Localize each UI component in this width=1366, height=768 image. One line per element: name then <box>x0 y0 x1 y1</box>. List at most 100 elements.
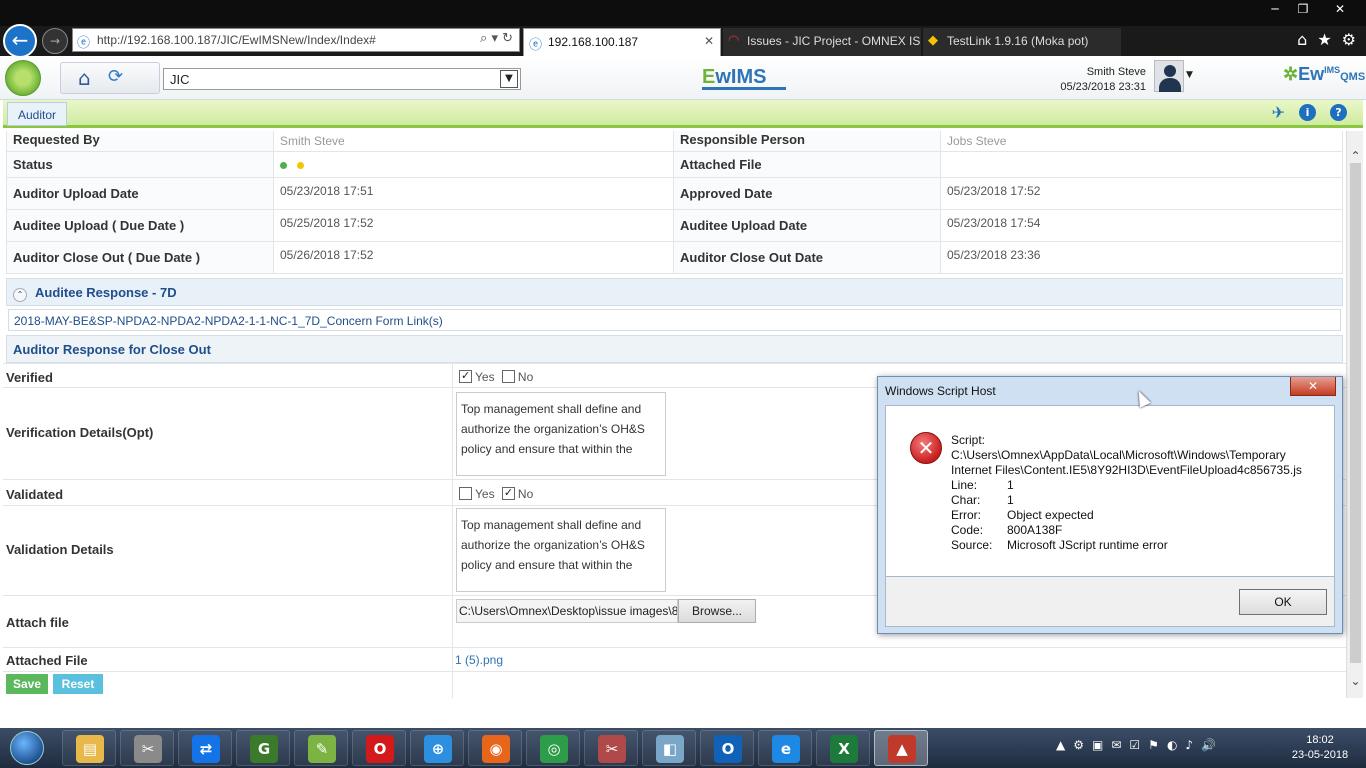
settings-gear-icon[interactable]: ⚙ <box>1342 30 1356 49</box>
close-window-button[interactable]: ✕ <box>1318 0 1362 18</box>
verified-options: Yes No <box>459 369 537 384</box>
scrollbar-thumb[interactable] <box>1350 163 1361 663</box>
validated-no-checkbox[interactable] <box>501 486 515 501</box>
auditee-response-header[interactable]: ⌃ Auditee Response - 7D <box>6 278 1343 306</box>
status-dot-yellow <box>297 162 304 169</box>
taskbar-chrome[interactable]: ◎ <box>526 730 580 766</box>
validated-options: Yes No <box>459 486 537 501</box>
maximize-button[interactable]: ❐ <box>1290 0 1316 18</box>
tray-icon[interactable]: ♪ <box>1185 738 1193 752</box>
window-controls: ─ ❐ ✕ <box>1262 0 1362 18</box>
tab-current[interactable]: ⓔ 192.168.100.187 ✕ <box>523 28 721 56</box>
taskbar-greenshot[interactable]: G <box>236 730 290 766</box>
tray-icon[interactable]: ▲ <box>1056 738 1065 752</box>
scroll-up-icon[interactable]: ⌃ <box>1347 149 1364 163</box>
site-select-value: JIC <box>170 72 190 87</box>
tab-issues[interactable]: ◠ Issues - JIC Project - OMNEX IS... <box>723 28 921 56</box>
concern-form-link[interactable]: 2018-MAY-BE&SP-NPDA2-NPDA2-NPDA2-1-1-NC-… <box>8 309 1341 331</box>
taskbar-paint[interactable]: ▲ <box>874 730 928 766</box>
favorites-star-icon[interactable]: ★ <box>1317 30 1331 49</box>
firefox-icon: ◉ <box>482 735 510 763</box>
pin-icon[interactable]: ✈ <box>1272 104 1285 121</box>
paint-icon: ▲ <box>888 735 916 763</box>
dialog-close-button[interactable]: ✕ <box>1290 377 1336 396</box>
verification-details-textarea[interactable]: Top management shall define and authoriz… <box>456 392 666 476</box>
ewims-logo-icon[interactable] <box>5 60 41 96</box>
module-bar: Auditor ✈ i ? <box>3 100 1363 128</box>
taskbar-firefox[interactable]: ◉ <box>468 730 522 766</box>
validation-details-textarea[interactable]: Top management shall define and authoriz… <box>456 508 666 592</box>
help-icon[interactable]: ? <box>1330 104 1347 121</box>
ewims-qms-logo: ✲EwIMSQMS <box>1283 64 1366 84</box>
taskbar-safari[interactable]: ⊕ <box>410 730 464 766</box>
taskbar-opera[interactable]: O <box>352 730 406 766</box>
taskbar-excel[interactable]: X <box>816 730 870 766</box>
browse-button[interactable]: Browse... <box>678 599 756 623</box>
verified-no-checkbox[interactable] <box>501 370 515 384</box>
taskbar-snipping-tool[interactable]: ✂ <box>584 730 638 766</box>
table-row: Auditor Upload Date 05/23/2018 17:51 App… <box>6 177 1343 210</box>
page-scrollbar[interactable]: ⌃ ⌄ <box>1346 131 1363 698</box>
search-refresh-icons[interactable]: ⌕ ▾ ↻ <box>480 31 513 46</box>
audit-details-table: Requested By Smith Steve Responsible Per… <box>6 131 1343 274</box>
tab-label: Issues - JIC Project - OMNEX IS... <box>747 34 921 48</box>
tab-auditor[interactable]: Auditor <box>7 102 68 126</box>
tools-icon: ✂ <box>134 735 162 763</box>
browser-toolbar-icons: ⌂ ★ ⚙ <box>1297 30 1356 49</box>
tray-icon[interactable]: ◐ <box>1167 738 1177 752</box>
reset-button[interactable]: Reset <box>53 674 103 694</box>
internet-explorer-icon: e <box>772 735 800 763</box>
ok-button[interactable]: OK <box>1239 589 1327 615</box>
chrome-icon: ◎ <box>540 735 568 763</box>
tab-testlink[interactable]: ◆ TestLink 1.9.16 (Moka pot) <box>923 28 1121 56</box>
chevron-down-icon[interactable]: ▼ <box>500 70 518 88</box>
tray-icon[interactable]: ☑ <box>1129 738 1140 752</box>
start-button[interactable] <box>2 729 52 767</box>
address-bar[interactable]: ⓔ http://192.168.100.187/JIC/EwIMSNew/In… <box>72 28 520 52</box>
app-header: ⌂ ⟳ JIC ▼ EwIMS Smith Steve 05/23/2018 2… <box>0 56 1366 100</box>
tab-label: TestLink 1.9.16 (Moka pot) <box>947 34 1089 48</box>
validated-yes-checkbox[interactable] <box>459 487 472 501</box>
windows-logo-icon <box>10 731 44 765</box>
taskbar-internet-explorer[interactable]: e <box>758 730 812 766</box>
taskbar-teamviewer[interactable]: ⇄ <box>178 730 232 766</box>
teamviewer-icon: ⇄ <box>192 735 220 763</box>
scroll-down-icon[interactable]: ⌄ <box>1347 674 1364 688</box>
home-icon[interactable]: ⌂ <box>78 66 91 90</box>
attached-file-link[interactable]: 1 (5).png <box>455 653 503 667</box>
tray-icon[interactable]: ⚙ <box>1073 738 1084 752</box>
attach-file-input[interactable]: C:\Users\Omnex\Desktop\issue images\8I <box>456 599 678 623</box>
tray-icon[interactable]: 🔊 <box>1201 738 1216 752</box>
home-icon[interactable]: ⌂ <box>1297 30 1307 49</box>
error-details: Script: C:\Users\Omnex\AppData\Local\Mic… <box>951 433 1302 552</box>
taskbar-notepad-plus[interactable]: ✎ <box>294 730 348 766</box>
verified-yes-checkbox[interactable] <box>459 369 472 384</box>
info-icon[interactable]: i <box>1299 104 1316 121</box>
script-error-dialog: Windows Script Host ✕ ✕ Script: C:\Users… <box>877 376 1343 634</box>
snipping-tool-icon: ✂ <box>598 735 626 763</box>
taskbar-outlook[interactable]: O <box>700 730 754 766</box>
tray-icon[interactable]: ⚑ <box>1148 738 1159 752</box>
user-menu-caret-icon[interactable]: ▼ <box>1186 70 1193 80</box>
avatar[interactable] <box>1154 60 1184 92</box>
taskbar-clock[interactable]: 18:02 23-05-2018 <box>1290 733 1350 763</box>
taskbar-notes[interactable]: ◧ <box>642 730 696 766</box>
site-select[interactable]: JIC ▼ <box>163 68 521 90</box>
minimize-button[interactable]: ─ <box>1262 0 1288 18</box>
file-explorer-icon: ▤ <box>76 735 104 763</box>
tab-close-icon[interactable]: ✕ <box>704 34 714 48</box>
forward-button[interactable]: → <box>42 28 68 54</box>
closeout-section-header: Auditor Response for Close Out <box>6 335 1343 363</box>
back-button[interactable]: ← <box>3 24 37 58</box>
taskbar-tools[interactable]: ✂ <box>120 730 174 766</box>
collapse-chevron-icon[interactable]: ⌃ <box>13 288 27 302</box>
url-text: http://192.168.100.187/JIC/EwIMSNew/Inde… <box>97 33 376 47</box>
tray-icon[interactable]: ▣ <box>1092 738 1103 752</box>
notes-icon: ◧ <box>656 735 684 763</box>
dialog-footer: OK <box>885 577 1335 627</box>
attached-file-row: Attached File 1 (5).png <box>3 647 1346 698</box>
taskbar-file-explorer[interactable]: ▤ <box>62 730 116 766</box>
tray-icon[interactable]: ✉ <box>1111 738 1121 752</box>
refresh-icon[interactable]: ⟳ <box>108 66 123 87</box>
save-button[interactable]: Save <box>6 674 48 694</box>
